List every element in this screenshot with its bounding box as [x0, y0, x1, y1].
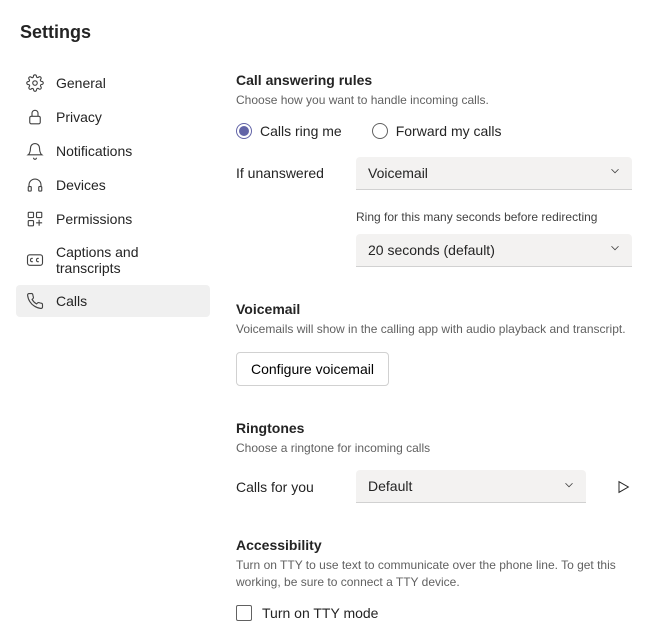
- radio-icon: [236, 123, 252, 139]
- section-accessibility: Accessibility Turn on TTY to use text to…: [236, 537, 640, 621]
- sidebar-item-devices[interactable]: Devices: [16, 169, 210, 201]
- lock-icon: [26, 108, 44, 126]
- sidebar-item-label: Calls: [56, 293, 87, 309]
- checkbox-label: Turn on TTY mode: [262, 605, 378, 621]
- select-value: 20 seconds (default): [368, 242, 495, 258]
- sidebar-item-label: Devices: [56, 177, 106, 193]
- sidebar-item-label: General: [56, 75, 106, 91]
- select-value: Default: [368, 478, 412, 494]
- voicemail-heading: Voicemail: [236, 301, 640, 317]
- page-title: Settings: [16, 22, 210, 43]
- section-call-rules: Call answering rules Choose how you want…: [236, 72, 640, 267]
- radio-label: Calls ring me: [260, 123, 342, 139]
- sidebar-item-label: Captions and transcripts: [56, 244, 200, 276]
- sidebar-item-calls[interactable]: Calls: [16, 285, 210, 317]
- radio-icon: [372, 123, 388, 139]
- voicemail-description: Voicemails will show in the calling app …: [236, 321, 640, 338]
- sidebar-item-privacy[interactable]: Privacy: [16, 101, 210, 133]
- gear-icon: [26, 74, 44, 92]
- sidebar-item-general[interactable]: General: [16, 67, 210, 99]
- tty-mode-checkbox[interactable]: Turn on TTY mode: [236, 605, 640, 621]
- section-ringtones: Ringtones Choose a ringtone for incoming…: [236, 420, 640, 504]
- ring-for-label: Ring for this many seconds before redire…: [356, 210, 640, 224]
- play-ringtone-button[interactable]: [612, 476, 634, 498]
- call-rules-description: Choose how you want to handle incoming c…: [236, 92, 640, 109]
- configure-voicemail-button[interactable]: Configure voicemail: [236, 352, 389, 386]
- sidebar-item-label: Notifications: [56, 143, 132, 159]
- chevron-down-icon: [608, 164, 622, 181]
- radio-calls-ring-me[interactable]: Calls ring me: [236, 123, 342, 139]
- checkbox-icon: [236, 605, 252, 621]
- sidebar-item-notifications[interactable]: Notifications: [16, 135, 210, 167]
- cc-icon: [26, 251, 44, 269]
- ringtones-heading: Ringtones: [236, 420, 640, 436]
- phone-icon: [26, 292, 44, 310]
- select-value: Voicemail: [368, 165, 428, 181]
- ringtones-description: Choose a ringtone for incoming calls: [236, 440, 640, 457]
- radio-label: Forward my calls: [396, 123, 502, 139]
- accessibility-heading: Accessibility: [236, 537, 640, 553]
- calls-for-you-select[interactable]: Default: [356, 470, 586, 503]
- sidebar-item-captions[interactable]: Captions and transcripts: [16, 237, 210, 283]
- accessibility-description: Turn on TTY to use text to communicate o…: [236, 557, 640, 591]
- radio-forward-my-calls[interactable]: Forward my calls: [372, 123, 502, 139]
- sidebar-item-label: Privacy: [56, 109, 102, 125]
- headset-icon: [26, 176, 44, 194]
- sidebar-item-label: Permissions: [56, 211, 132, 227]
- section-voicemail: Voicemail Voicemails will show in the ca…: [236, 301, 640, 386]
- call-rules-heading: Call answering rules: [236, 72, 640, 88]
- if-unanswered-label: If unanswered: [236, 165, 340, 181]
- if-unanswered-select[interactable]: Voicemail: [356, 157, 632, 190]
- chevron-down-icon: [562, 478, 576, 495]
- apps-icon: [26, 210, 44, 228]
- ring-for-select[interactable]: 20 seconds (default): [356, 234, 632, 267]
- bell-icon: [26, 142, 44, 160]
- calls-for-you-label: Calls for you: [236, 479, 340, 495]
- sidebar: General Privacy Notifi: [16, 67, 210, 317]
- chevron-down-icon: [608, 241, 622, 258]
- sidebar-item-permissions[interactable]: Permissions: [16, 203, 210, 235]
